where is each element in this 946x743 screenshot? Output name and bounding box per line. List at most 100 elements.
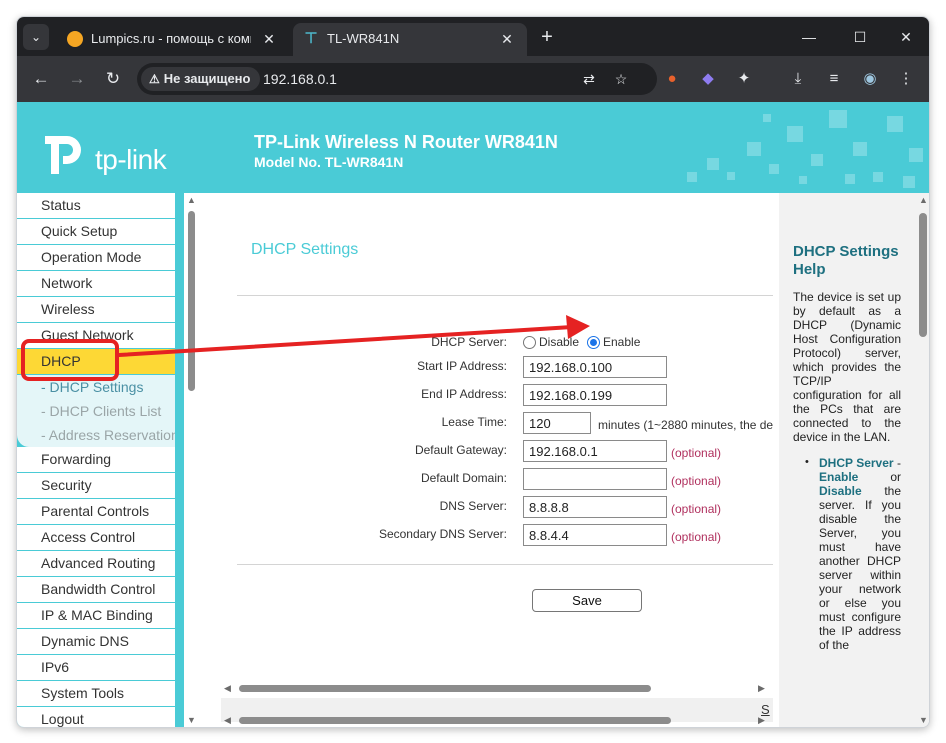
content-hscroll-thumb[interactable] — [239, 685, 651, 692]
help-intro: The device is set up by default as a DHC… — [793, 290, 901, 444]
menu-item-ipv6[interactable]: IPv6 — [17, 655, 175, 681]
profile-avatar-icon[interactable]: ◉ — [859, 68, 881, 90]
menu-item-bandwidth-control[interactable]: Bandwidth Control — [17, 577, 175, 603]
default-domain-input[interactable] — [523, 468, 667, 490]
tab-close-icon[interactable]: ✕ — [497, 29, 517, 49]
menu-item-logout[interactable]: Logout — [17, 707, 175, 727]
url-text[interactable]: 192.168.0.1 — [263, 71, 337, 87]
content-hscrollbar[interactable]: ◀ ▶ — [221, 682, 773, 694]
menu-item-advanced-routing[interactable]: Advanced Routing — [17, 551, 175, 577]
tab-router[interactable]: ⊤ TL-WR841N ✕ — [293, 23, 527, 56]
menu-item-wireless[interactable]: Wireless — [17, 297, 175, 323]
tab-lumpics[interactable]: Lumpics.ru - помощь с компь ✕ — [57, 23, 289, 56]
scroll-down-icon[interactable]: ▼ — [187, 715, 196, 725]
help-text: the server. If you disable the Server, y… — [819, 484, 901, 652]
sidebar-scrollbar[interactable]: ▲ ▼ — [185, 193, 197, 727]
browser-menu-icon[interactable]: ⋮ — [895, 68, 917, 90]
end-ip-input[interactable] — [523, 384, 667, 406]
sidebar-menu: Status Quick Setup Operation Mode Networ… — [17, 193, 184, 727]
tab-strip: ⌄ Lumpics.ru - помощь с компь ✕ ⊤ TL-WR8… — [17, 17, 929, 56]
save-button[interactable]: Save — [532, 589, 642, 612]
page-hscrollbar[interactable]: ◀ ▶ — [221, 714, 773, 726]
default-gateway-input[interactable] — [523, 440, 667, 462]
tab-close-icon[interactable]: ✕ — [259, 29, 279, 49]
download-icon[interactable]: ⤓ — [787, 68, 809, 90]
new-tab-button[interactable]: + — [535, 25, 559, 49]
header-banner: tp-link TP-Link Wireless N Router WR841N… — [17, 102, 929, 193]
disable-radio-label[interactable]: Disable — [539, 335, 579, 349]
header-pattern — [687, 110, 923, 188]
extension-fox-icon[interactable]: ● — [661, 68, 683, 90]
scroll-left-icon[interactable]: ◀ — [224, 715, 231, 726]
menu-item-network[interactable]: Network — [17, 271, 175, 297]
dhcp-enable-radio[interactable] — [587, 336, 600, 349]
page-vscrollbar[interactable]: ▲ ▼ — [915, 193, 929, 727]
optional-note: (optional) — [671, 502, 722, 516]
browser-window: ⌄ Lumpics.ru - помощь с компь ✕ ⊤ TL-WR8… — [16, 16, 930, 728]
submenu-item-dhcp-clients-list[interactable]: - DHCP Clients List — [17, 399, 175, 423]
logo-text: tp-link — [95, 144, 167, 175]
help-title: DHCP Settings Help — [793, 243, 899, 278]
minimize-button[interactable]: — — [797, 25, 821, 49]
back-button[interactable]: ← — [29, 67, 53, 91]
help-keyword: Enable — [819, 470, 859, 484]
submenu-item-address-reservation[interactable]: - Address Reservation — [17, 423, 175, 447]
address-bar[interactable]: ⚠ Не защищено 192.168.0.1 ⇄ ☆ — [137, 63, 657, 95]
menu-item-access-control[interactable]: Access Control — [17, 525, 175, 551]
scroll-right-icon[interactable]: ▶ — [758, 715, 765, 726]
site-info-chip[interactable]: ⚠ Не защищено — [141, 67, 261, 91]
page-vscroll-thumb[interactable] — [919, 213, 927, 337]
menu-item-parental-controls[interactable]: Parental Controls — [17, 499, 175, 525]
optional-note: (optional) — [671, 530, 722, 544]
maximize-button[interactable]: ☐ — [848, 25, 872, 49]
dns-server-input[interactable] — [523, 496, 667, 518]
menu-item-ip-mac-binding[interactable]: IP & MAC Binding — [17, 603, 175, 629]
section-title: DHCP Settings — [251, 241, 359, 258]
menu-item-operation-mode[interactable]: Operation Mode — [17, 245, 175, 271]
scroll-left-icon[interactable]: ◀ — [224, 683, 231, 694]
menu-item-system-tools[interactable]: System Tools — [17, 681, 175, 707]
menu-item-security[interactable]: Security — [17, 473, 175, 499]
optional-note: (optional) — [671, 474, 722, 488]
help-panel: DHCP Settings Help The device is set up … — [779, 193, 929, 727]
tab-search-button[interactable]: ⌄ — [23, 24, 49, 50]
media-control-icon[interactable]: ≡ — [823, 68, 845, 90]
scroll-right-icon[interactable]: ▶ — [758, 683, 765, 694]
scroll-down-icon[interactable]: ▼ — [919, 715, 928, 725]
menu-item-status[interactable]: Status — [17, 193, 175, 219]
end-ip-label: End IP Address: — [421, 387, 507, 401]
browser-toolbar: ← → ↻ ⚠ Не защищено 192.168.0.1 ⇄ ☆ ● ◆ ✦… — [17, 56, 929, 102]
menu-item-dynamic-dns[interactable]: Dynamic DNS — [17, 629, 175, 655]
forward-button[interactable]: → — [65, 67, 89, 91]
secondary-dns-input[interactable] — [523, 524, 667, 546]
extension-ghost-icon[interactable]: ◆ — [697, 68, 719, 90]
divider — [237, 564, 773, 565]
help-keyword: Disable — [819, 484, 862, 498]
reload-button[interactable]: ↻ — [101, 67, 125, 91]
extensions-puzzle-icon[interactable]: ✦ — [733, 68, 755, 90]
router-page: tp-link TP-Link Wireless N Router WR841N… — [17, 102, 929, 727]
dhcp-disable-radio[interactable] — [523, 336, 536, 349]
start-ip-input[interactable] — [523, 356, 667, 378]
tab-title: TL-WR841N — [327, 31, 400, 46]
help-text: - — [893, 456, 901, 470]
warning-icon: ⚠ — [149, 72, 160, 86]
start-ip-label: Start IP Address: — [417, 359, 507, 373]
lease-time-input[interactable] — [523, 412, 591, 434]
close-window-button[interactable]: ✕ — [894, 25, 918, 49]
enable-radio-label[interactable]: Enable — [603, 335, 640, 349]
sidebar-scroll-thumb[interactable] — [188, 211, 195, 391]
optional-note: (optional) — [671, 446, 722, 460]
help-text: or — [858, 470, 901, 484]
scroll-up-icon[interactable]: ▲ — [919, 195, 928, 205]
default-domain-label: Default Domain: — [420, 471, 507, 485]
page-hscroll-thumb[interactable] — [239, 717, 671, 724]
tplink-favicon-icon: ⊤ — [304, 30, 318, 47]
menu-item-forwarding[interactable]: Forwarding — [17, 447, 175, 473]
scroll-up-icon[interactable]: ▲ — [187, 195, 196, 205]
dns-server-label: DNS Server: — [439, 499, 507, 513]
menu-item-quick-setup[interactable]: Quick Setup — [17, 219, 175, 245]
translate-icon[interactable]: ⇄ — [579, 69, 599, 89]
divider — [237, 295, 773, 296]
bookmark-star-icon[interactable]: ☆ — [611, 69, 631, 89]
